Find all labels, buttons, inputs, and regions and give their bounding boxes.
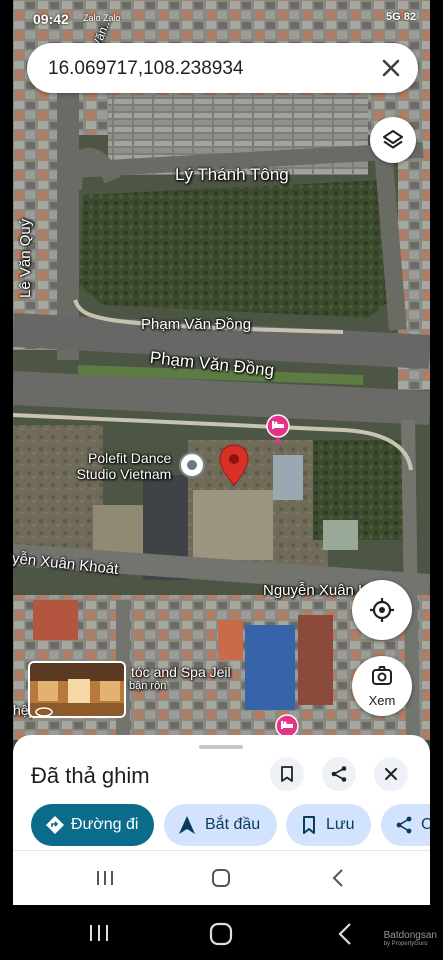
status-bar: 09:42 Zalo Zalo 5G 82 xyxy=(13,8,430,30)
share-icon xyxy=(396,816,412,834)
home-icon[interactable] xyxy=(209,922,233,946)
street-label-pham-van-dong-1: Phạm Văn Đồng xyxy=(141,316,252,333)
status-right: 5G 82 xyxy=(386,11,416,23)
recent-apps-icon[interactable] xyxy=(88,923,110,943)
lens-button[interactable]: Xem xyxy=(352,656,412,716)
bookmark-icon xyxy=(281,766,293,782)
bookmark-button[interactable] xyxy=(270,757,304,791)
start-label: Bắt đầu xyxy=(205,816,261,833)
status-apps: Zalo Zalo xyxy=(83,13,121,23)
place-label-spa[interactable]: tóc and Spa Jeil bận rộn xyxy=(129,664,231,692)
watermark-tag: by PropertyGuru xyxy=(383,941,428,947)
place-label-polefit-line1: Polefit Dance xyxy=(88,450,172,466)
street-label-ly-thanh-tong: Lý Thánh Tông xyxy=(175,165,289,184)
place-label-spa-line2: bận rộn xyxy=(129,680,167,692)
share-button[interactable] xyxy=(322,757,356,791)
place-marker-icon[interactable] xyxy=(179,452,205,478)
action-chips: Đường đi Bắt đầu Lưu Chia sẻ xyxy=(31,804,430,846)
dropped-pin-icon[interactable] xyxy=(219,444,249,486)
save-label: Lưu xyxy=(326,816,355,833)
system-navigation-bar xyxy=(0,905,443,960)
directions-icon xyxy=(46,816,64,834)
recent-apps-icon[interactable] xyxy=(95,869,115,887)
my-location-button[interactable] xyxy=(352,580,412,640)
close-icon[interactable] xyxy=(378,55,404,81)
share-label: Chia sẻ xyxy=(421,816,430,833)
close-sheet-button[interactable] xyxy=(374,757,408,791)
street-label-nguyen-xuan-khoat-right: Nguyễn Xuân K xyxy=(263,582,369,599)
phone-screen: Lý Thánh Tông Phạm Văn Đồng Phạm Văn Đồn… xyxy=(13,0,430,905)
navigation-arrow-icon xyxy=(179,816,195,834)
place-label-polefit[interactable]: Polefit Dance Studio Vietnam xyxy=(77,450,172,482)
share-chip[interactable]: Chia sẻ xyxy=(381,804,430,846)
start-chip[interactable]: Bắt đầu xyxy=(164,804,277,846)
search-bar[interactable]: 16.069717,108.238934 xyxy=(27,43,418,93)
status-time: 09:42 xyxy=(33,11,69,27)
close-icon xyxy=(385,768,397,780)
directions-label: Đường đi xyxy=(71,816,139,833)
hotel-pin-icon[interactable] xyxy=(265,414,291,444)
app-navigation-bar xyxy=(13,850,430,905)
watermark: Batdongsan by PropertyGuru xyxy=(384,930,437,947)
street-label-le-van-quy: Lê Văn Quý xyxy=(17,218,34,298)
street-view-thumbnail[interactable] xyxy=(28,661,126,718)
back-icon[interactable] xyxy=(337,922,353,946)
place-label-polefit-line2: Studio Vietnam xyxy=(76,466,172,482)
share-icon xyxy=(331,766,347,782)
place-label-spa-line1: tóc and Spa Jeil xyxy=(131,664,231,680)
watermark-brand: Batdongsan xyxy=(383,930,437,941)
layers-button[interactable] xyxy=(370,117,416,163)
sheet-drag-handle[interactable] xyxy=(199,745,243,749)
crosshair-icon xyxy=(370,598,394,622)
lens-label: Xem xyxy=(368,693,396,708)
directions-chip[interactable]: Đường đi xyxy=(31,804,154,846)
sheet-title: Đã thả ghim xyxy=(31,763,150,788)
layers-icon xyxy=(383,130,403,149)
camera-icon xyxy=(372,666,392,685)
save-chip[interactable]: Lưu xyxy=(286,804,371,846)
search-coordinates[interactable]: 16.069717,108.238934 xyxy=(48,58,243,80)
back-icon[interactable] xyxy=(331,868,345,888)
bookmark-icon xyxy=(303,816,315,834)
home-icon[interactable] xyxy=(211,868,231,888)
